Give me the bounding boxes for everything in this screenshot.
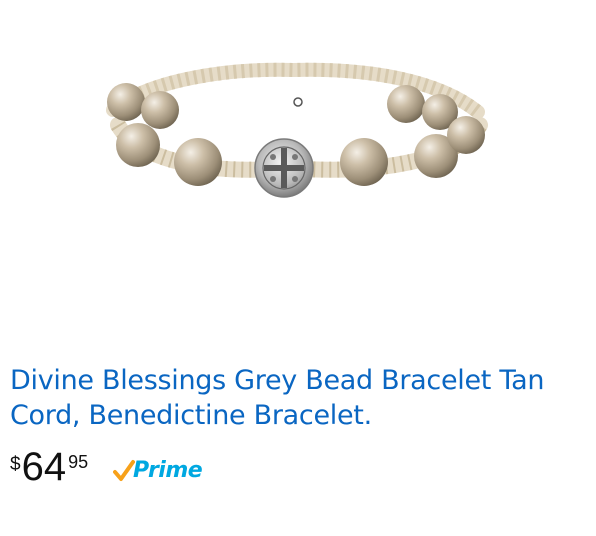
product-title-link[interactable]: Divine Blessings Grey Bead Bracelet Tan … (10, 363, 586, 433)
bead (107, 83, 145, 121)
price-fraction: 95 (68, 452, 89, 472)
product-image[interactable] (88, 40, 498, 240)
prime-check-icon (113, 459, 135, 481)
bead (141, 91, 179, 129)
bead (387, 85, 425, 123)
benedictine-medal (254, 138, 314, 198)
bead (447, 116, 485, 154)
prime-label: Prime (133, 458, 203, 483)
bead (174, 138, 222, 186)
price: $ 64 95 (10, 446, 88, 488)
prime-badge: Prime (113, 458, 203, 483)
bead (116, 123, 160, 167)
price-whole: 64 (21, 445, 67, 489)
price-currency: $ (10, 454, 21, 475)
product-card[interactable]: Divine Blessings Grey Bead Bracelet Tan … (0, 0, 596, 536)
bead (340, 138, 388, 186)
